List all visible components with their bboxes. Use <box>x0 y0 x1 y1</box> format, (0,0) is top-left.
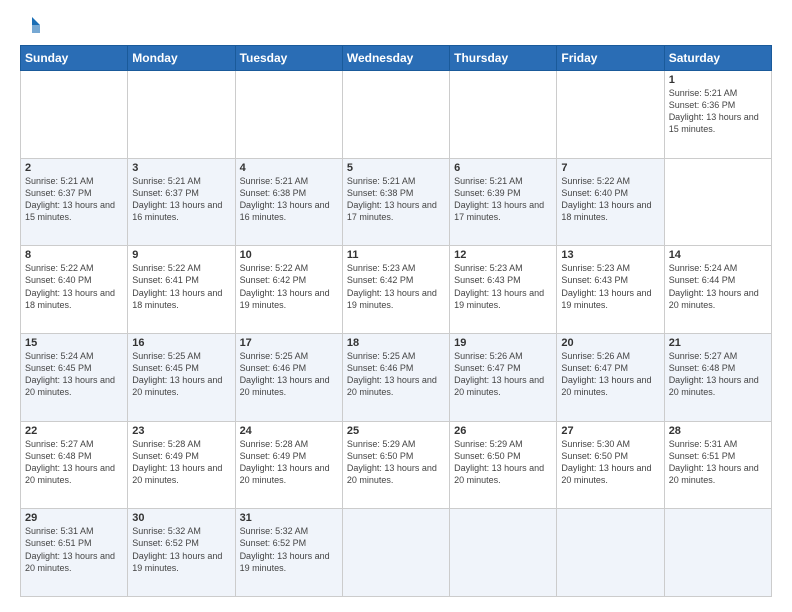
calendar-day-27: 27Sunrise: 5:30 AMSunset: 6:50 PMDayligh… <box>557 421 664 509</box>
empty-cell <box>342 71 449 159</box>
logo <box>20 15 42 35</box>
calendar-day-31: 31Sunrise: 5:32 AMSunset: 6:52 PMDayligh… <box>235 509 342 597</box>
calendar-day-11: 11Sunrise: 5:23 AMSunset: 6:42 PMDayligh… <box>342 246 449 334</box>
calendar-day-9: 9Sunrise: 5:22 AMSunset: 6:41 PMDaylight… <box>128 246 235 334</box>
calendar-week-6: 29Sunrise: 5:31 AMSunset: 6:51 PMDayligh… <box>21 509 772 597</box>
calendar-day-26: 26Sunrise: 5:29 AMSunset: 6:50 PMDayligh… <box>450 421 557 509</box>
calendar-day-25: 25Sunrise: 5:29 AMSunset: 6:50 PMDayligh… <box>342 421 449 509</box>
calendar-week-5: 22Sunrise: 5:27 AMSunset: 6:48 PMDayligh… <box>21 421 772 509</box>
page: SundayMondayTuesdayWednesdayThursdayFrid… <box>0 0 792 612</box>
calendar-day-14: 14Sunrise: 5:24 AMSunset: 6:44 PMDayligh… <box>664 246 771 334</box>
calendar-week-1: 1Sunrise: 5:21 AMSunset: 6:36 PMDaylight… <box>21 71 772 159</box>
calendar-week-2: 2Sunrise: 5:21 AMSunset: 6:37 PMDaylight… <box>21 158 772 246</box>
calendar-day-5: 5Sunrise: 5:21 AMSunset: 6:38 PMDaylight… <box>342 158 449 246</box>
calendar-table: SundayMondayTuesdayWednesdayThursdayFrid… <box>20 45 772 597</box>
empty-cell <box>557 71 664 159</box>
calendar-day-2: 2Sunrise: 5:21 AMSunset: 6:37 PMDaylight… <box>21 158 128 246</box>
calendar-day-19: 19Sunrise: 5:26 AMSunset: 6:47 PMDayligh… <box>450 333 557 421</box>
calendar-day-15: 15Sunrise: 5:24 AMSunset: 6:45 PMDayligh… <box>21 333 128 421</box>
calendar-header-monday: Monday <box>128 46 235 71</box>
calendar-day-23: 23Sunrise: 5:28 AMSunset: 6:49 PMDayligh… <box>128 421 235 509</box>
empty-cell <box>128 71 235 159</box>
calendar-day-24: 24Sunrise: 5:28 AMSunset: 6:49 PMDayligh… <box>235 421 342 509</box>
calendar-day-10: 10Sunrise: 5:22 AMSunset: 6:42 PMDayligh… <box>235 246 342 334</box>
calendar-header-tuesday: Tuesday <box>235 46 342 71</box>
calendar-header-row: SundayMondayTuesdayWednesdayThursdayFrid… <box>21 46 772 71</box>
calendar-day-12: 12Sunrise: 5:23 AMSunset: 6:43 PMDayligh… <box>450 246 557 334</box>
calendar-day-18: 18Sunrise: 5:25 AMSunset: 6:46 PMDayligh… <box>342 333 449 421</box>
calendar-day-29: 29Sunrise: 5:31 AMSunset: 6:51 PMDayligh… <box>21 509 128 597</box>
calendar-day-20: 20Sunrise: 5:26 AMSunset: 6:47 PMDayligh… <box>557 333 664 421</box>
empty-cell <box>342 509 449 597</box>
calendar-header-wednesday: Wednesday <box>342 46 449 71</box>
calendar-day-4: 4Sunrise: 5:21 AMSunset: 6:38 PMDaylight… <box>235 158 342 246</box>
calendar-header-saturday: Saturday <box>664 46 771 71</box>
calendar-day-16: 16Sunrise: 5:25 AMSunset: 6:45 PMDayligh… <box>128 333 235 421</box>
calendar-week-3: 8Sunrise: 5:22 AMSunset: 6:40 PMDaylight… <box>21 246 772 334</box>
calendar-day-13: 13Sunrise: 5:23 AMSunset: 6:43 PMDayligh… <box>557 246 664 334</box>
logo-icon <box>22 15 42 35</box>
calendar-header-friday: Friday <box>557 46 664 71</box>
empty-cell <box>450 71 557 159</box>
empty-cell <box>557 509 664 597</box>
calendar-day-17: 17Sunrise: 5:25 AMSunset: 6:46 PMDayligh… <box>235 333 342 421</box>
calendar-day-8: 8Sunrise: 5:22 AMSunset: 6:40 PMDaylight… <box>21 246 128 334</box>
calendar-day-28: 28Sunrise: 5:31 AMSunset: 6:51 PMDayligh… <box>664 421 771 509</box>
empty-cell <box>21 71 128 159</box>
calendar-day-6: 6Sunrise: 5:21 AMSunset: 6:39 PMDaylight… <box>450 158 557 246</box>
calendar-header-sunday: Sunday <box>21 46 128 71</box>
header <box>20 15 772 35</box>
calendar-day-22: 22Sunrise: 5:27 AMSunset: 6:48 PMDayligh… <box>21 421 128 509</box>
empty-cell <box>664 509 771 597</box>
calendar-week-4: 15Sunrise: 5:24 AMSunset: 6:45 PMDayligh… <box>21 333 772 421</box>
calendar-day-1: 1Sunrise: 5:21 AMSunset: 6:36 PMDaylight… <box>664 71 771 159</box>
calendar-day-7: 7Sunrise: 5:22 AMSunset: 6:40 PMDaylight… <box>557 158 664 246</box>
empty-cell <box>235 71 342 159</box>
empty-cell <box>450 509 557 597</box>
calendar-day-3: 3Sunrise: 5:21 AMSunset: 6:37 PMDaylight… <box>128 158 235 246</box>
calendar-header-thursday: Thursday <box>450 46 557 71</box>
calendar-day-30: 30Sunrise: 5:32 AMSunset: 6:52 PMDayligh… <box>128 509 235 597</box>
calendar-day-21: 21Sunrise: 5:27 AMSunset: 6:48 PMDayligh… <box>664 333 771 421</box>
